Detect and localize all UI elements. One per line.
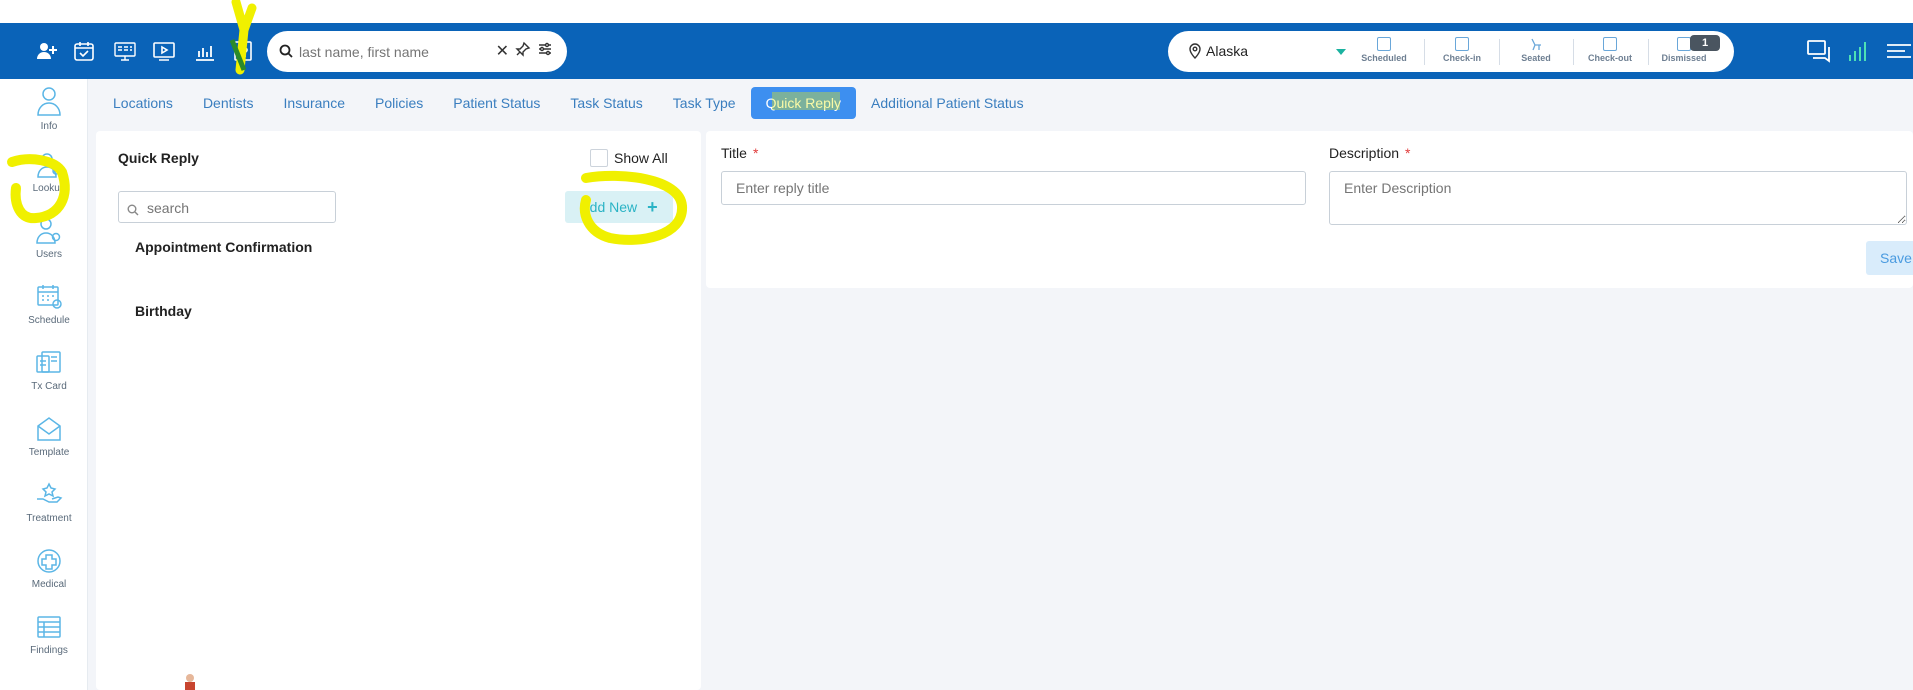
quick-reply-list-panel: Quick Reply Show All Add New + Appointme… (96, 131, 701, 690)
list-item[interactable]: Appointment Confirmation (135, 239, 312, 255)
show-all-checkbox[interactable] (590, 149, 608, 167)
tab-locations[interactable]: Locations (98, 87, 188, 119)
top-margin (0, 0, 1913, 23)
sidebar-item-medical[interactable]: Medical (10, 547, 88, 590)
calendar-icon (1377, 37, 1391, 51)
title-label: Title * (721, 145, 759, 161)
chat-icon[interactable] (1806, 39, 1832, 67)
status-seated[interactable]: Seated (1500, 37, 1572, 63)
calendar-icon (1603, 37, 1617, 51)
add-patient-icon[interactable] (33, 37, 61, 65)
add-new-button[interactable]: Add New + (565, 191, 673, 223)
bar-chart-icon[interactable] (191, 37, 219, 65)
title-input[interactable] (721, 171, 1306, 205)
findings-icon (37, 616, 61, 638)
search-icon (127, 201, 139, 220)
calendar-icon (1677, 37, 1691, 51)
calendar-icon (1455, 37, 1469, 51)
top-bar: ✕ Alaska Scheduled Check-in (0, 23, 1913, 79)
save-button[interactable]: Save (1866, 241, 1913, 275)
status-check-in[interactable]: Check-in (1426, 37, 1498, 63)
main-content: Locations Dentists Insurance Policies Pa… (88, 79, 1913, 690)
list-item[interactable]: Birthday (135, 303, 192, 319)
tab-patient-status[interactable]: Patient Status (438, 87, 555, 119)
filter-sliders-icon[interactable] (537, 41, 553, 61)
settings-tabs: Locations Dentists Insurance Policies Pa… (98, 87, 1039, 119)
sidebar-item-template[interactable]: Template (10, 415, 88, 458)
lookup-icon (37, 153, 60, 178)
patient-search: ✕ (267, 31, 567, 72)
status-check-out[interactable]: Check-out (1574, 37, 1646, 63)
location-pin-icon (1188, 43, 1202, 63)
tab-policies[interactable]: Policies (360, 87, 438, 119)
menu-icon[interactable] (1885, 39, 1913, 67)
sidebar-item-treatment[interactable]: Treatment (10, 481, 88, 524)
divider (1424, 39, 1425, 65)
status-scheduled[interactable]: Scheduled (1348, 37, 1420, 63)
clear-icon[interactable]: ✕ (496, 41, 509, 61)
show-all-toggle[interactable]: Show All (590, 149, 668, 167)
dollar-report-icon[interactable] (229, 37, 257, 65)
tab-additional-patient-status[interactable]: Additional Patient Status (856, 87, 1039, 119)
tab-insurance[interactable]: Insurance (269, 87, 360, 119)
treatment-icon (37, 482, 63, 503)
description-input[interactable] (1329, 171, 1907, 225)
calendar-check-icon[interactable] (70, 37, 98, 65)
person-icon (37, 87, 61, 116)
tab-task-type[interactable]: Task Type (658, 87, 751, 119)
signal-bars-icon[interactable] (1847, 39, 1869, 67)
dismissed-count-badge: 1 (1690, 35, 1720, 51)
monitor-grid-icon[interactable] (111, 37, 139, 65)
sidebar-item-schedule[interactable]: Schedule (10, 283, 88, 326)
left-margin (0, 79, 10, 690)
sidebar-item-users[interactable]: Users (10, 217, 88, 260)
tab-dentists[interactable]: Dentists (188, 87, 269, 119)
tab-quick-reply[interactable]: Quick Reply (750, 87, 857, 119)
schedule-icon (37, 285, 62, 309)
sidebar-item-info[interactable]: Info (10, 85, 88, 132)
pin-icon[interactable] (515, 41, 531, 61)
seat-icon (1529, 37, 1543, 51)
description-label: Description * (1329, 145, 1411, 161)
reply-search-input[interactable] (147, 199, 327, 217)
sidebar-item-findings[interactable]: Findings (10, 613, 88, 656)
location-status-pill: Alaska Scheduled Check-in Seated Check-o… (1168, 31, 1734, 72)
avatar (185, 674, 195, 690)
chevron-down-icon[interactable] (1336, 49, 1346, 55)
template-icon (37, 417, 61, 441)
tab-task-status[interactable]: Task Status (555, 87, 657, 119)
quick-reply-form: Title* Description* Save (706, 131, 1913, 288)
sidebar-item-lookup[interactable]: Lookup (10, 151, 88, 194)
search-icon (279, 43, 293, 62)
panel-title: Quick Reply (118, 150, 199, 166)
location-select[interactable]: Alaska (1206, 43, 1248, 59)
reply-search (118, 191, 336, 223)
sidebar: Info Lookup Users Schedule Tx Card Templ… (10, 79, 88, 690)
tx-card-icon (36, 351, 61, 373)
users-icon (36, 218, 61, 244)
video-screen-icon[interactable] (150, 37, 178, 65)
patient-search-input[interactable] (299, 41, 489, 63)
sidebar-item-tx-card[interactable]: Tx Card (10, 349, 88, 392)
medical-icon (37, 549, 61, 573)
plus-icon: + (647, 196, 658, 217)
